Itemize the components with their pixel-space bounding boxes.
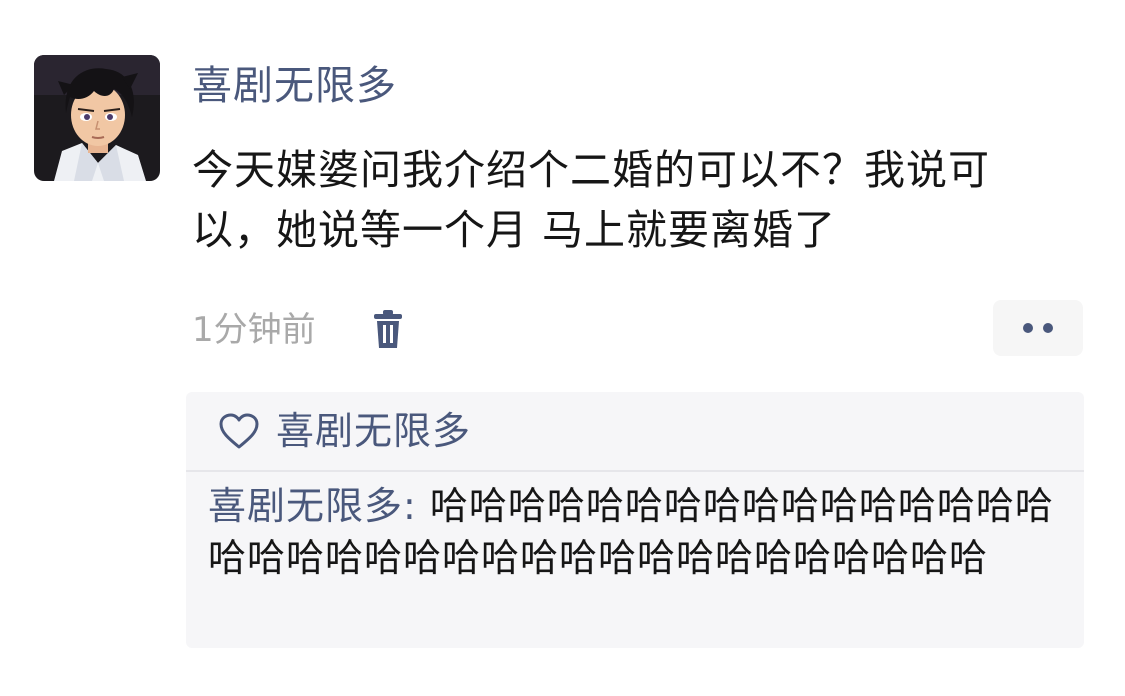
more-options-button[interactable] xyxy=(993,300,1083,356)
comment-separator: : xyxy=(403,484,430,528)
more-dots-icon xyxy=(1043,323,1053,333)
likes-row: 喜剧无限多 xyxy=(218,404,471,458)
anime-avatar-icon xyxy=(34,55,160,181)
post-author-name[interactable]: 喜剧无限多 xyxy=(192,58,397,114)
interaction-panel: 喜剧无限多 喜剧无限多: 哈哈哈哈哈哈哈哈哈哈哈哈哈哈哈哈哈哈哈哈哈哈哈哈哈哈哈… xyxy=(186,392,1084,648)
more-dots-icon xyxy=(1023,323,1033,333)
comment-author[interactable]: 喜剧无限多 xyxy=(208,484,403,528)
post-timestamp: 1分钟前 xyxy=(192,310,316,350)
post-content: 今天媒婆问我介绍个二婚的可以不？我说可以，她说等一个月 马上就要离婚了 xyxy=(192,146,990,254)
heart-icon xyxy=(219,413,259,449)
trash-icon[interactable] xyxy=(370,310,406,350)
comment-item[interactable]: 喜剧无限多: 哈哈哈哈哈哈哈哈哈哈哈哈哈哈哈哈哈哈哈哈哈哈哈哈哈哈哈哈哈哈哈哈哈… xyxy=(208,480,1068,584)
moments-post: 喜剧无限多 今天媒婆问我介绍个二婚的可以不？我说可以，她说等一个月 马上就要离婚… xyxy=(0,0,1125,696)
divider xyxy=(186,470,1084,472)
avatar[interactable] xyxy=(34,55,160,181)
like-user-name[interactable]: 喜剧无限多 xyxy=(276,404,471,458)
